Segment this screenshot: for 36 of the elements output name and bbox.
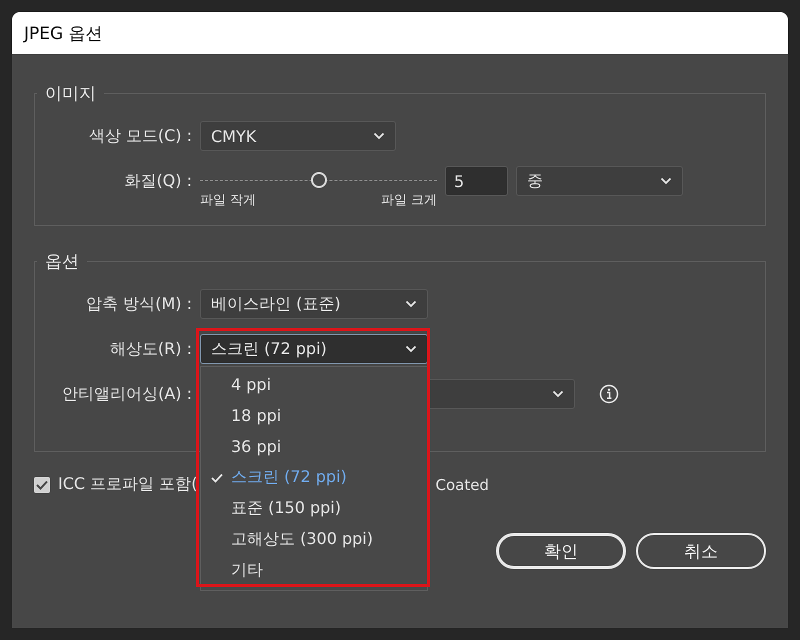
chevron-down-icon (660, 177, 672, 185)
field-label: 안티앨리어싱(A) : (61, 383, 192, 405)
section-title: 이미지 (44, 83, 97, 105)
field-label: 화질(Q) : (123, 170, 192, 192)
info-icon[interactable] (599, 384, 619, 404)
chevron-down-icon (405, 345, 417, 353)
menu-item[interactable]: 표준 (150 ppi) (201, 493, 427, 524)
menu-item[interactable]: 18 ppi (201, 400, 427, 431)
chevron-down-icon (552, 390, 564, 398)
checkbox[interactable] (34, 476, 50, 492)
chevron-down-icon (405, 300, 417, 308)
window-title: JPEG 옵션 (24, 22, 103, 44)
slider-max-label: 파일 크게 (380, 192, 437, 209)
slider-thumb[interactable] (310, 172, 326, 188)
dropdown[interactable]: CMYK (200, 121, 396, 151)
field-label: 색상 모드(C) : (88, 125, 192, 147)
cancel-button[interactable]: 취소 (636, 533, 766, 569)
menu-item[interactable]: 36 ppi (201, 431, 427, 462)
menu-item[interactable]: 4 ppi (201, 369, 427, 400)
ok-button[interactable]: 확인 (496, 533, 626, 569)
field-label: 해상도(R) : (108, 338, 192, 360)
checkbox-label: ICC 프로파일 포함( (58, 474, 198, 495)
dropdown[interactable]: 스크린 (72 ppi) (200, 334, 428, 364)
quality-dropdown[interactable]: 중 (516, 166, 683, 196)
menu-item[interactable]: 고해상도 (300 ppi) (201, 524, 427, 555)
checkmark-icon (211, 472, 223, 482)
dropdown[interactable]: 베이스라인 (표준) (200, 289, 428, 319)
field-label: 압축 방식(M) : (85, 293, 192, 315)
quality-slider[interactable] (200, 172, 437, 189)
menu-item[interactable]: 스크린 (72 ppi) (201, 462, 427, 493)
quality-input[interactable]: 5 (445, 166, 508, 196)
menu-item[interactable]: 기타 (201, 555, 427, 586)
chevron-down-icon (373, 132, 385, 140)
section-title: 옵션 (44, 251, 80, 273)
slider-min-label: 파일 작게 (200, 192, 256, 209)
profile-name: Coated (435, 476, 489, 494)
